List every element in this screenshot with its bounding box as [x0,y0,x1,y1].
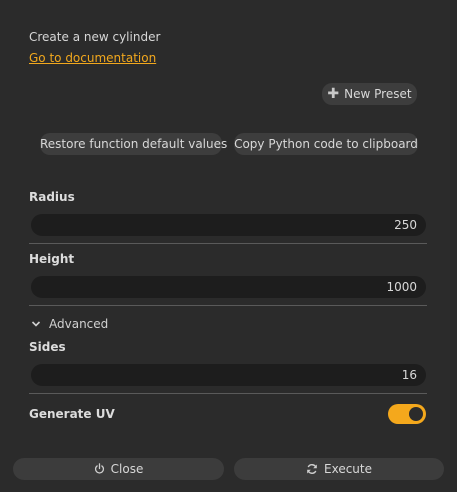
toggle-knob [409,407,423,421]
divider [29,305,427,306]
advanced-label: Advanced [49,317,109,331]
divider [29,243,427,244]
documentation-link[interactable]: Go to documentation [29,50,156,66]
generate-uv-label: Generate UV [29,407,115,421]
plus-icon: ✚ [327,86,340,102]
radius-label: Radius [29,190,75,204]
sides-label: Sides [29,340,66,354]
refresh-icon [307,464,317,474]
restore-defaults-button[interactable]: Restore function default values [40,133,227,155]
generate-uv-toggle[interactable] [388,404,426,424]
execute-button[interactable]: Execute [234,458,444,480]
advanced-section-toggle[interactable]: Advanced [31,316,108,332]
radius-input[interactable]: 250 [31,214,426,236]
sides-input[interactable]: 16 [31,364,426,386]
copy-python-button[interactable]: Copy Python code to clipboard [234,133,418,155]
divider [29,393,427,394]
height-input[interactable]: 1000 [31,276,426,298]
new-preset-label: New Preset [344,87,412,101]
power-icon [94,463,104,474]
execute-label: Execute [324,462,372,476]
description-text: Create a new cylinder [29,30,161,44]
height-label: Height [29,252,75,266]
close-button[interactable]: Close [13,458,224,480]
new-preset-button[interactable]: ✚ New Preset [322,83,417,105]
chevron-down-icon [31,321,41,327]
close-label: Close [110,462,144,476]
